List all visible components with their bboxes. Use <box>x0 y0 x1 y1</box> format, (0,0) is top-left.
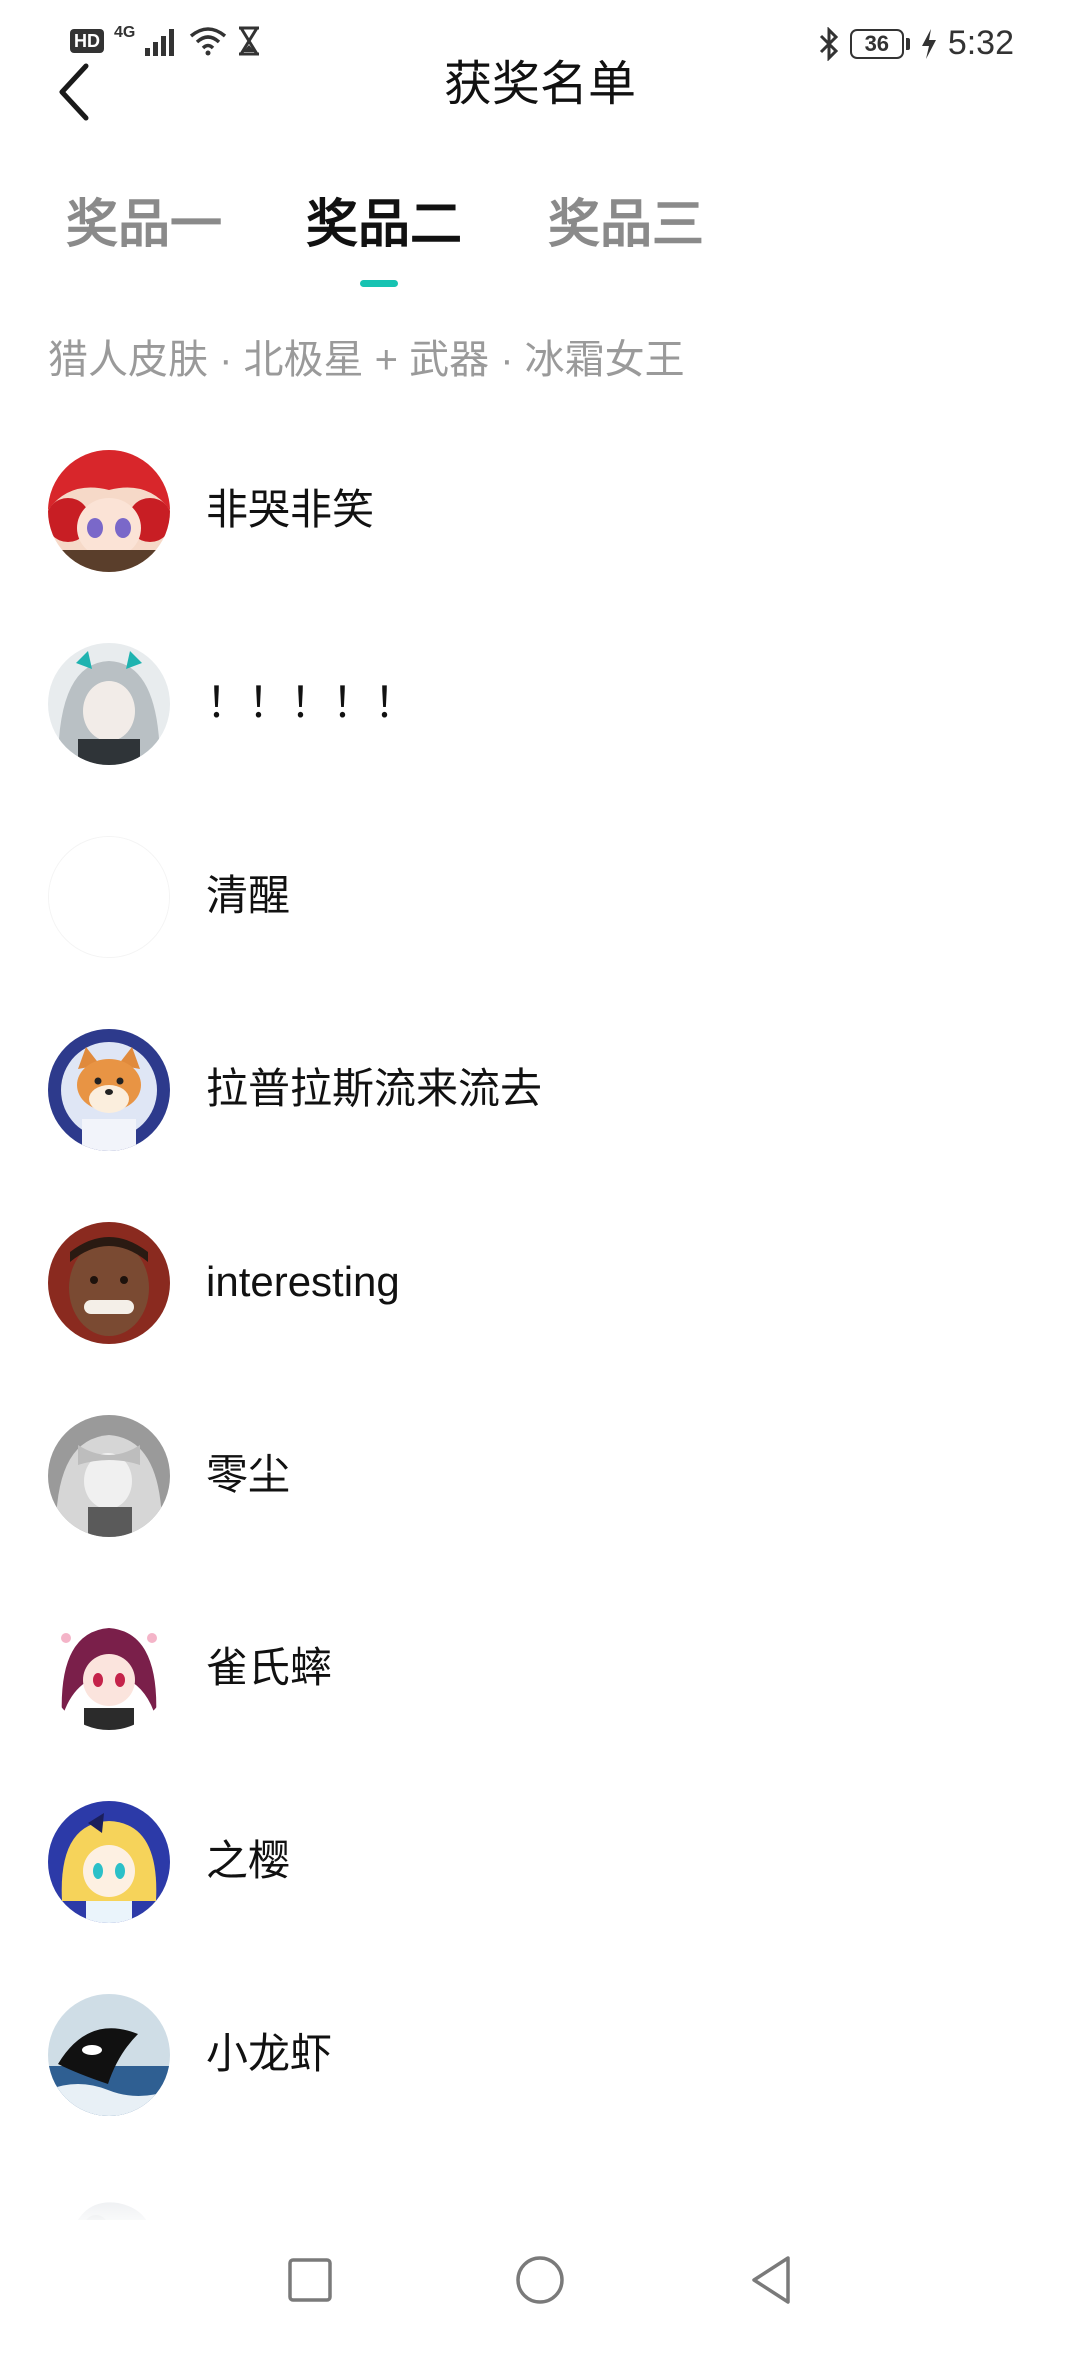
active-tab-indicator <box>360 280 398 287</box>
grayscale-anime-avatar-icon <box>48 1415 170 1537</box>
tab-prize-1[interactable]: 奖品一 <box>66 190 222 260</box>
prize-description: 猎人皮肤 · 北极星 + 武器 · 冰霜女王 <box>48 338 685 382</box>
prize-tabs: 奖品一 奖品二 奖品三 <box>0 190 1080 300</box>
red-hair-anime-avatar-icon <box>48 450 170 572</box>
list-item[interactable]: 小龙虾 <box>0 1984 1080 2177</box>
blonde-anime-avatar-icon <box>48 1801 170 1923</box>
winner-name: interesting <box>206 1258 400 1305</box>
recent-apps-icon <box>288 2258 332 2302</box>
purple-hair-anime-avatar-icon <box>48 1608 170 1730</box>
tab-prize-2[interactable]: 奖品二 <box>306 190 462 260</box>
winner-name: 小龙虾 <box>206 2030 333 2077</box>
avatar <box>48 1801 170 1923</box>
list-item[interactable]: 清醒 <box>0 826 1080 1019</box>
network-type: 4G <box>114 24 136 41</box>
nav-back-button[interactable] <box>742 2250 802 2310</box>
list-item[interactable]: ！！！！！ <box>0 633 1080 826</box>
orca-avatar-icon <box>48 1994 170 2116</box>
avatar <box>48 450 170 572</box>
avatar <box>48 1994 170 2116</box>
tab-prize-3[interactable]: 奖品三 <box>548 190 704 260</box>
list-item[interactable]: 雀氏蟀 <box>0 1598 1080 1791</box>
avatar <box>48 1222 170 1344</box>
list-item[interactable]: 零尘 <box>0 1405 1080 1598</box>
avatar <box>48 836 170 958</box>
avatar <box>48 1029 170 1151</box>
list-item[interactable]: 之樱 <box>0 1791 1080 1984</box>
shiba-dog-avatar-icon <box>48 1029 170 1151</box>
winner-name: ！！！！！ <box>206 679 417 726</box>
home-icon <box>516 2256 564 2304</box>
winner-name: 清醒 <box>206 872 291 919</box>
winner-name: 零尘 <box>206 1451 291 1498</box>
battery-tip <box>905 37 910 50</box>
blank-avatar-icon <box>49 837 169 957</box>
list-item[interactable]: 拉普拉斯流来流去 <box>0 1019 1080 1212</box>
list-item[interactable]: interesting <box>0 1212 1080 1405</box>
list-item[interactable]: 非哭非笑 <box>0 440 1080 633</box>
winner-name: 拉普拉斯流来流去 <box>206 1065 543 1112</box>
winner-name: 雀氏蟀 <box>206 1644 333 1691</box>
winner-name: 非哭非笑 <box>206 486 375 533</box>
avatar <box>48 1608 170 1730</box>
winner-name: 之樱 <box>206 1837 291 1884</box>
system-nav-bar <box>0 2220 1080 2340</box>
silver-hair-anime-avatar-icon <box>48 643 170 765</box>
avatar <box>48 1415 170 1537</box>
smiling-man-avatar-icon <box>48 1222 170 1344</box>
page-title: 获奖名单 <box>443 58 636 111</box>
back-nav-icon <box>752 2256 790 2304</box>
recent-apps-button[interactable] <box>280 2250 340 2310</box>
avatar <box>48 643 170 765</box>
home-button[interactable] <box>510 2250 570 2310</box>
